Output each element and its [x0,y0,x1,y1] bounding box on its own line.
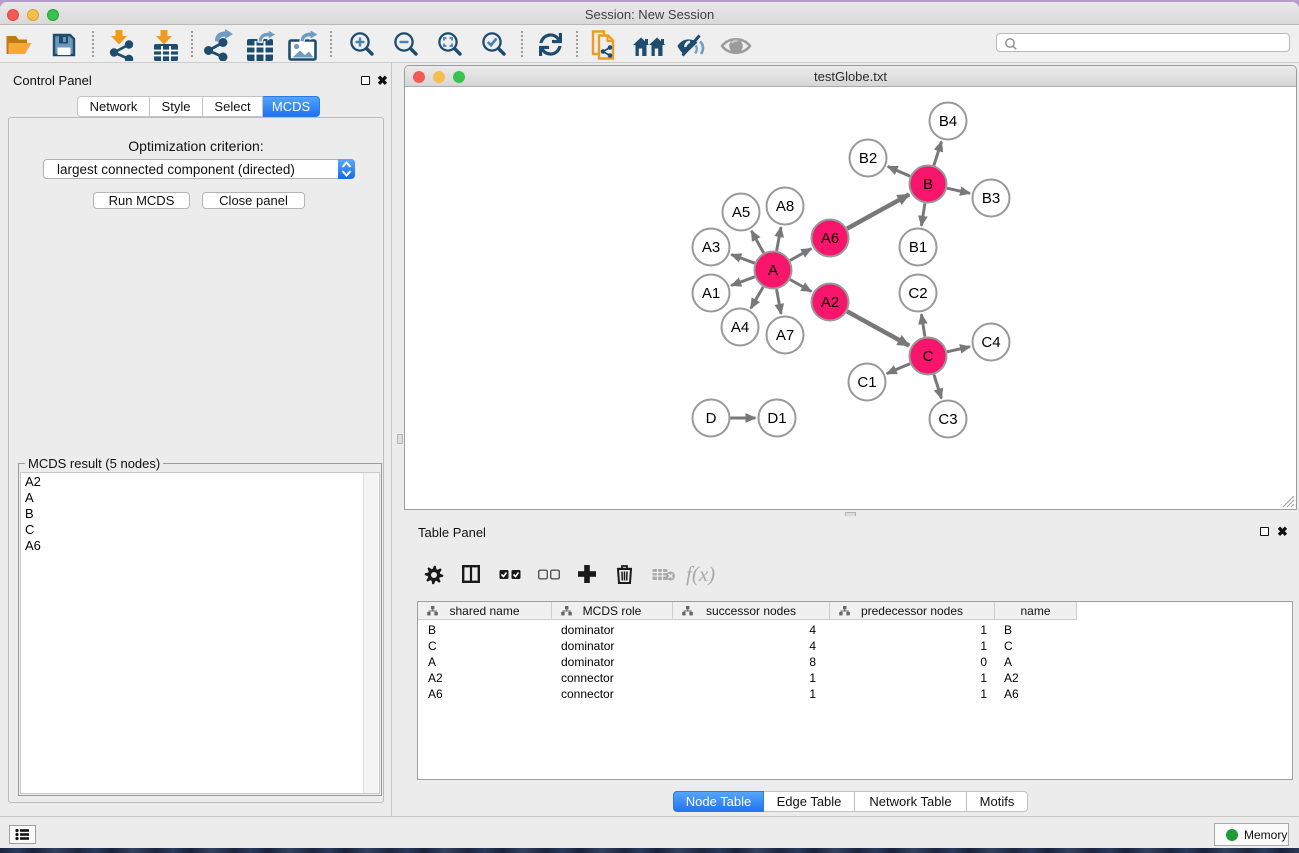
svg-text:B2: B2 [859,150,877,167]
svg-text:B4: B4 [939,113,957,130]
svg-text:A1: A1 [702,285,720,302]
svg-text:C: C [923,348,934,365]
svg-text:C2: C2 [908,285,927,302]
svg-text:A8: A8 [776,198,794,215]
svg-text:B1: B1 [909,239,927,256]
svg-text:C3: C3 [938,411,957,428]
svg-text:A2: A2 [821,294,839,311]
svg-text:C1: C1 [857,374,876,391]
svg-text:A4: A4 [731,319,749,336]
svg-text:D: D [706,410,717,427]
svg-text:B3: B3 [982,190,1000,207]
svg-text:D1: D1 [767,410,786,427]
svg-text:A6: A6 [821,230,839,247]
svg-text:A7: A7 [776,327,794,344]
svg-text:A5: A5 [732,204,750,221]
svg-text:C4: C4 [981,334,1000,351]
svg-text:A3: A3 [702,239,720,256]
svg-text:A: A [768,262,778,279]
svg-text:B: B [923,176,933,193]
